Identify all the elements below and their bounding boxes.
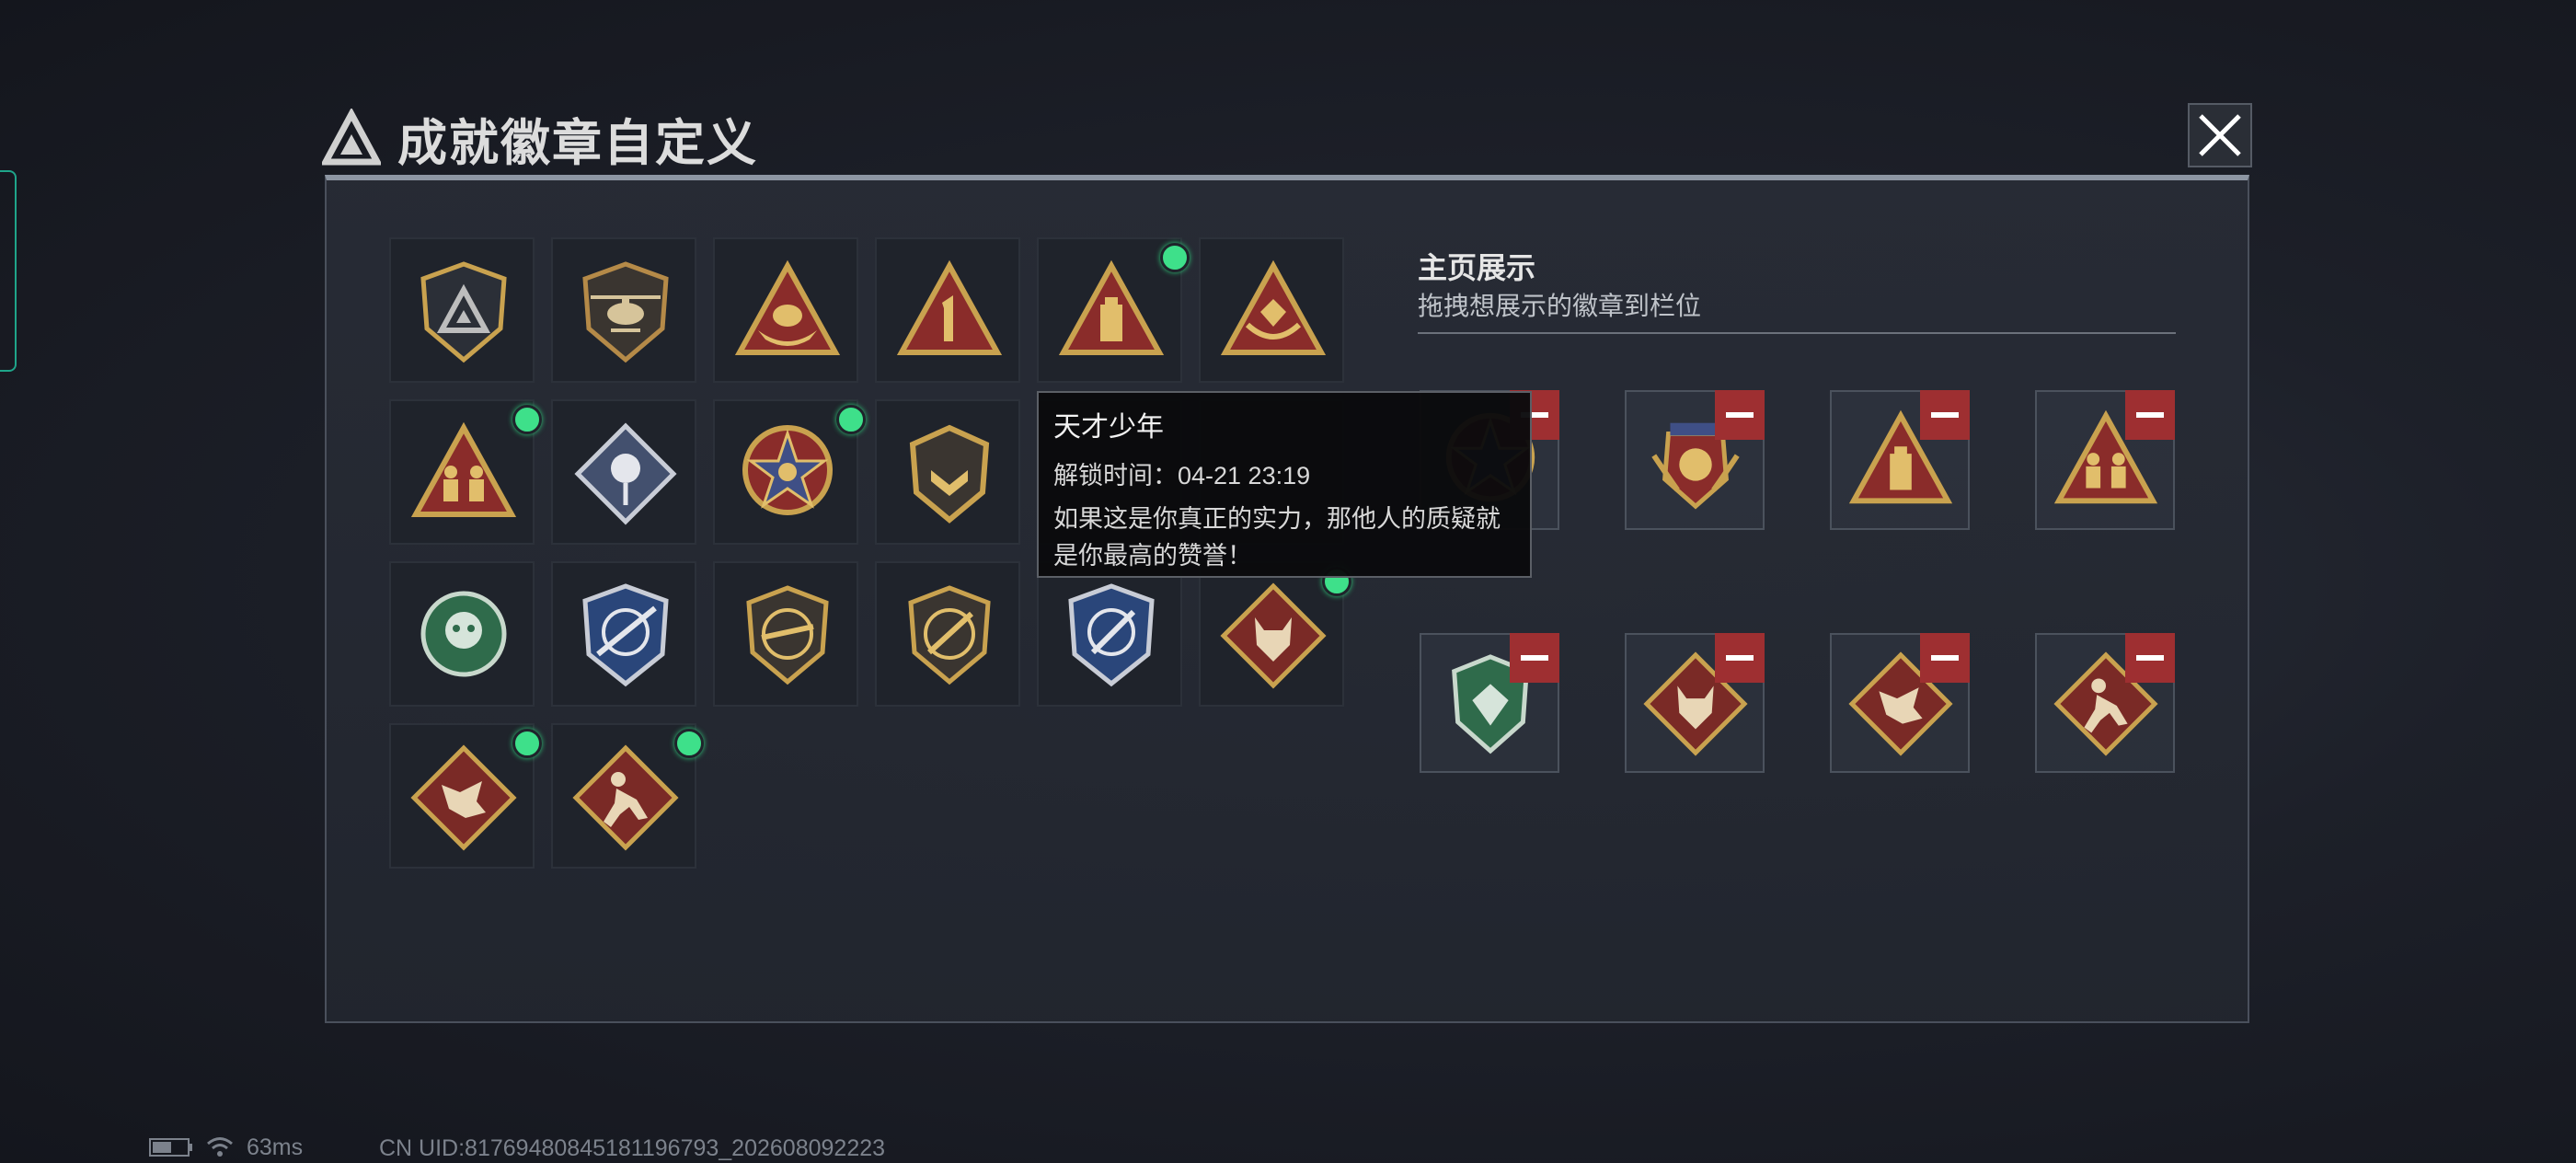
tooltip-desc-line: 如果这是你真正的实力，那他人的质疑就: [1053, 505, 1501, 533]
shield-triangle-logo-icon: [420, 261, 507, 363]
badge-slot[interactable]: [1199, 237, 1344, 383]
tooltip-badge-name: 天才少年: [1053, 412, 1164, 443]
status-bar: 63ms: [149, 1134, 303, 1161]
chevron-shield-icon: [909, 424, 990, 524]
showcase-slot[interactable]: [1625, 390, 1765, 530]
badge-slot[interactable]: [713, 237, 858, 383]
close-button[interactable]: [2188, 103, 2252, 167]
badge-slot[interactable]: [551, 399, 696, 545]
rifle-circle-shield-icon: [746, 585, 829, 685]
battery-icon: [149, 1138, 192, 1157]
badge-slot[interactable]: [389, 723, 542, 869]
number-one-triangle-icon: [896, 259, 1003, 355]
showcase-slot[interactable]: [2035, 633, 2175, 773]
runner-diamond-icon: [572, 744, 679, 851]
badge-slot[interactable]: [1199, 561, 1351, 707]
tooltip-description: 如果这是你真正的实力，那他人的质疑就 是你最高的赞誉！: [1053, 501, 1515, 574]
side-drawer-tab[interactable]: [0, 170, 17, 372]
new-indicator-dot: [1160, 243, 1190, 272]
knife-circle-shield-icon: [908, 585, 991, 685]
knife-crosshair-shield-icon: [1068, 583, 1155, 687]
ping-value: 63ms: [247, 1134, 304, 1160]
remove-badge-button[interactable]: [2125, 633, 2175, 683]
squad-triangle-icon: [410, 421, 517, 517]
helicopter-shield-icon: [582, 261, 669, 363]
showcase-slot[interactable]: [1420, 633, 1559, 773]
new-indicator-dot: [512, 729, 542, 758]
showcase-slot[interactable]: [1830, 390, 1970, 530]
gold-ingot-triangle-icon: [734, 259, 841, 355]
badge-slot[interactable]: [875, 399, 1020, 545]
remove-badge-button[interactable]: [1920, 633, 1970, 683]
badge-tooltip: 天才少年 解锁时间：04-21 23:19 如果这是你真正的实力，那他人的质疑就…: [1037, 391, 1532, 578]
badge-slot[interactable]: [713, 399, 866, 545]
remove-badge-button[interactable]: [1510, 633, 1559, 683]
badge-slot[interactable]: [875, 237, 1020, 383]
tooltip-unlock-time: 解锁时间：04-21 23:19: [1053, 462, 1311, 489]
new-indicator-dot: [674, 729, 704, 758]
remove-badge-button[interactable]: [1715, 390, 1765, 440]
new-indicator-dot: [836, 405, 866, 434]
showcase-title: 主页展示: [1418, 251, 1536, 284]
flashdrive-triangle-icon: [1058, 259, 1165, 355]
hands-gem-triangle-icon: [1220, 259, 1327, 355]
badge-slot[interactable]: [551, 237, 696, 383]
title-bar: 成就徽章自定义: [322, 97, 758, 179]
badge-slot[interactable]: [389, 561, 535, 707]
sniper-crosshair-shield-icon: [582, 583, 669, 687]
new-indicator-dot: [512, 405, 542, 434]
wolf-diamond-icon: [1220, 582, 1327, 689]
remove-badge-button[interactable]: [1920, 390, 1970, 440]
user-uid: CN UID:817694808451811967​93_20260809222…: [379, 1135, 886, 1161]
badge-slot[interactable]: [551, 561, 696, 707]
badge-slot[interactable]: [389, 237, 535, 383]
badge-slot[interactable]: [1037, 237, 1190, 383]
showcase-slot[interactable]: [1625, 633, 1765, 773]
wifi-icon: [207, 1137, 233, 1157]
remove-badge-button[interactable]: [2125, 390, 2175, 440]
badge-slot[interactable]: [713, 561, 858, 707]
badge-slot[interactable]: [1037, 561, 1182, 707]
green-emblem-icon: [420, 591, 507, 677]
rose-diamond-icon: [574, 422, 677, 525]
star-medal-icon: [742, 425, 833, 515]
showcase-subtitle: 拖拽想展示的徽章到栏位: [1418, 292, 1702, 320]
badge-customize-panel: 主页展示 拖拽想展示的徽章到栏位: [325, 175, 2249, 1023]
showcase-slot[interactable]: [1830, 633, 1970, 773]
badge-slot[interactable]: [875, 561, 1020, 707]
showcase-slot[interactable]: [2035, 390, 2175, 530]
badge-slot[interactable]: [551, 723, 704, 869]
remove-badge-button[interactable]: [1715, 633, 1765, 683]
dragon-diamond-icon: [410, 744, 517, 851]
triangle-logo-icon: [322, 109, 381, 166]
badge-slot[interactable]: [389, 399, 542, 545]
page-title: 成就徽章自定义: [397, 115, 758, 171]
tooltip-desc-line: 是你最高的赞誉！: [1053, 542, 1252, 570]
divider: [1418, 332, 2176, 334]
